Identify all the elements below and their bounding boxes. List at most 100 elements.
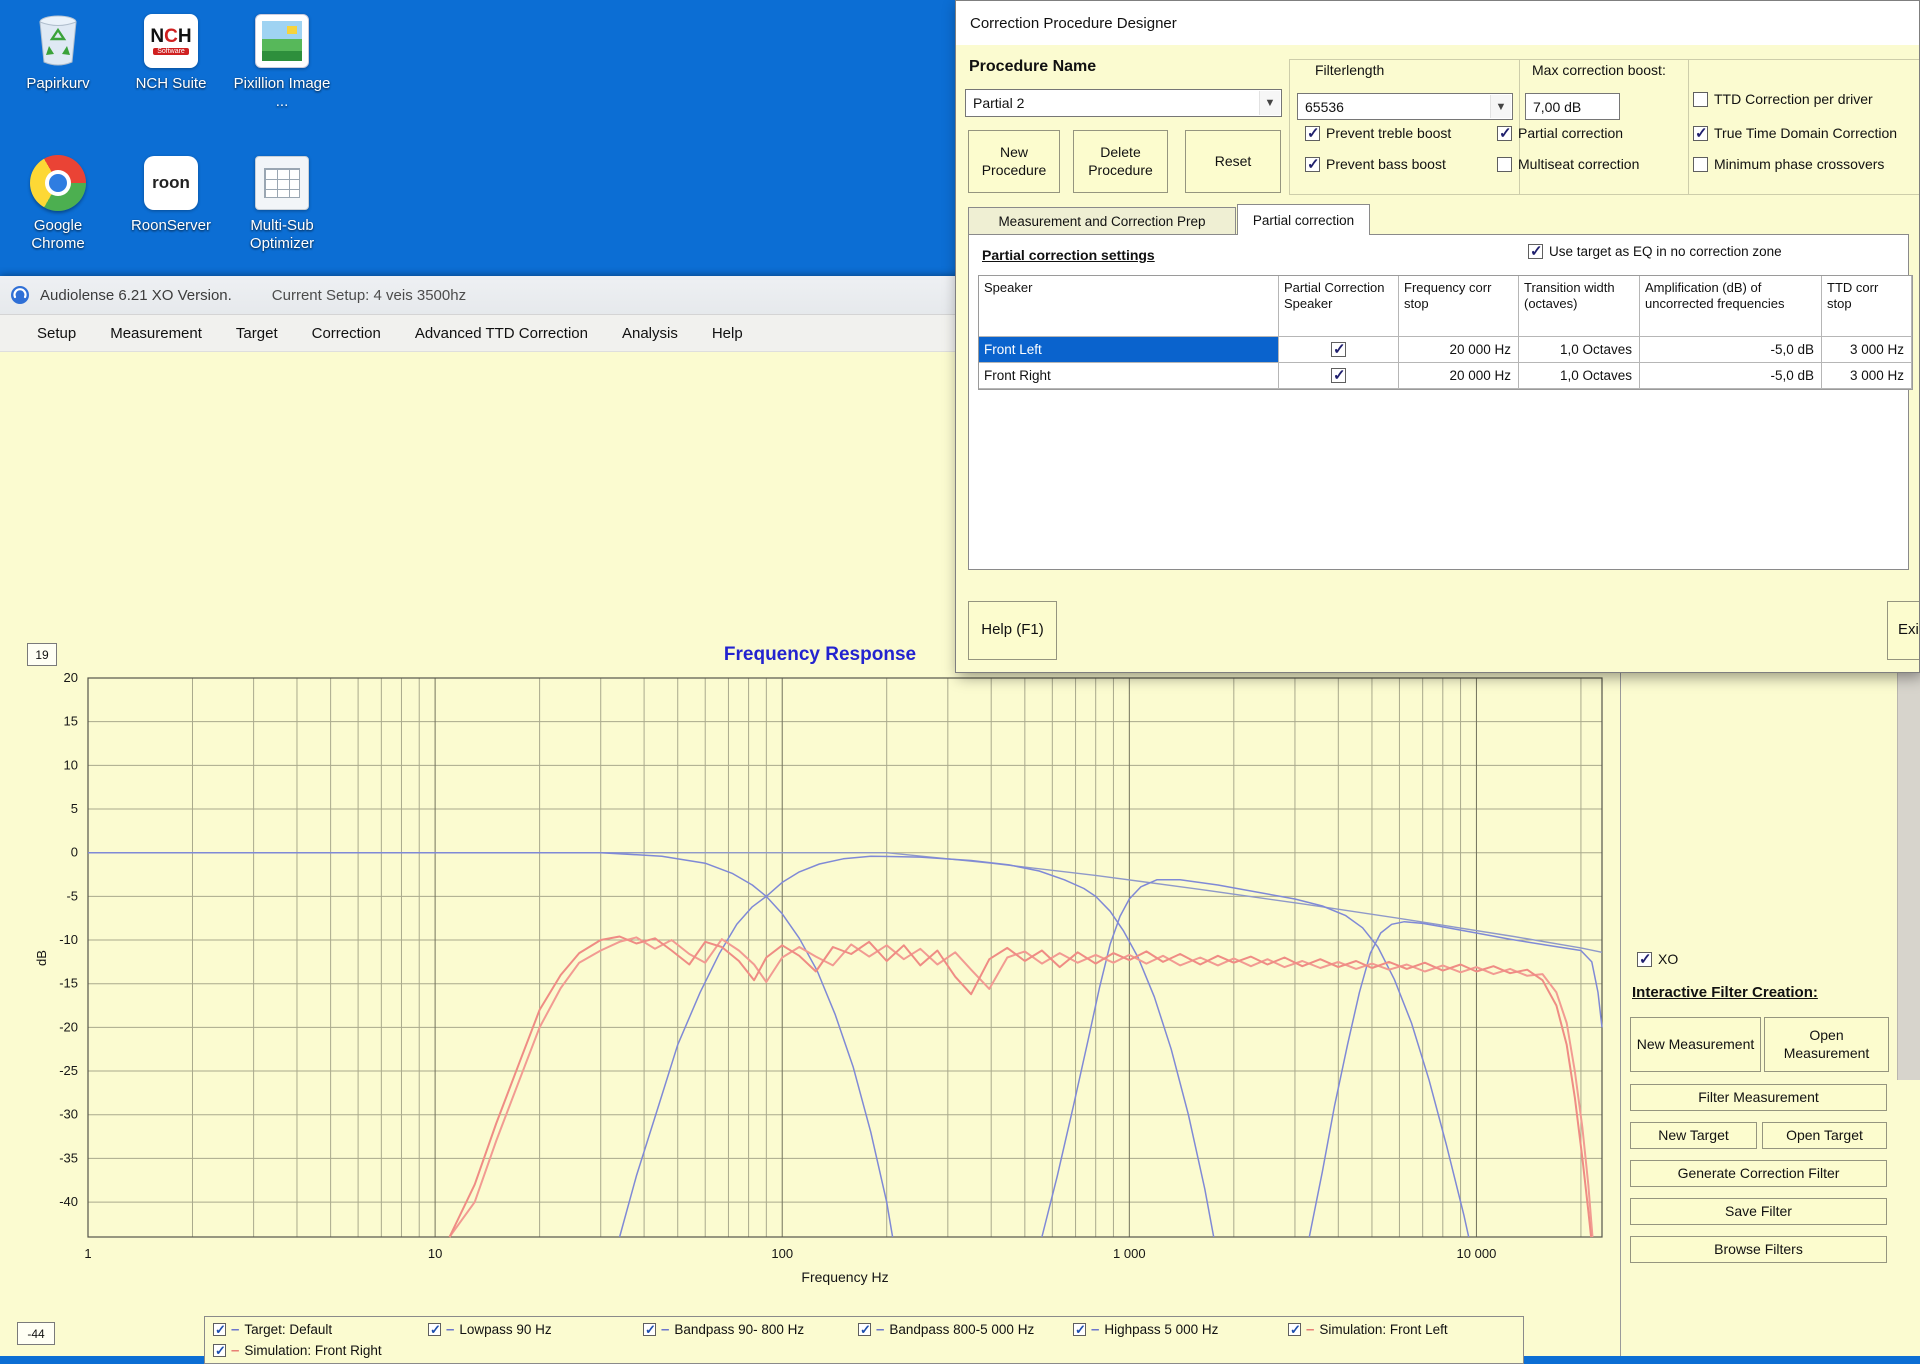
legend-checkbox-target-default[interactable] <box>213 1323 226 1336</box>
partial-correction-cell[interactable] <box>1279 337 1399 363</box>
amplification-cell[interactable]: -5,0 dB <box>1640 363 1822 389</box>
ttd-correction-per-driver-row[interactable]: TTD Correction per driver <box>1693 91 1873 107</box>
legend-checkbox-highpass-5-000-hz[interactable] <box>1073 1323 1086 1336</box>
prevent-bass-boost-row[interactable]: Prevent bass boost <box>1305 156 1446 172</box>
y-axis-label: dB <box>34 950 49 966</box>
multiseat-correction-checkbox[interactable] <box>1497 157 1512 172</box>
desktop-icon-chrome[interactable]: Google Chrome <box>5 154 111 252</box>
partial-correction-checkbox[interactable] <box>1497 126 1512 141</box>
max-boost-input[interactable]: 7,00 dB <box>1525 93 1620 120</box>
reset-button[interactable]: Reset <box>1185 130 1281 193</box>
save-filter-button[interactable]: Save Filter <box>1630 1198 1887 1225</box>
desktop-icon-roon-server[interactable]: roonRoonServer <box>118 154 224 235</box>
current-setup-label: Current Setup: 4 veis 3500hz <box>272 287 466 304</box>
series-bandpass-90-800-hz <box>620 856 1214 1237</box>
multiseat-correction-row[interactable]: Multiseat correction <box>1497 156 1639 172</box>
legend-checkbox-bandpass-90-800-hz[interactable] <box>643 1323 656 1336</box>
y-axis-top-field[interactable]: 19 <box>27 643 57 666</box>
new-target-button[interactable]: New Target <box>1630 1122 1757 1149</box>
table-row-speaker[interactable]: Front Right <box>979 363 1279 389</box>
menu-setup[interactable]: Setup <box>20 317 93 350</box>
menu-analysis[interactable]: Analysis <box>605 317 695 350</box>
legend-color-dash: – <box>661 1322 669 1337</box>
minimum-phase-crossovers-checkbox[interactable] <box>1693 157 1708 172</box>
amplification-cell[interactable]: -5,0 dB <box>1640 337 1822 363</box>
legend-color-dash: – <box>231 1322 239 1337</box>
filter-measurement-button[interactable]: Filter Measurement <box>1630 1084 1887 1111</box>
legend-checkbox-simulation-front-right[interactable] <box>213 1344 226 1357</box>
partial-correction-row[interactable]: Partial correction <box>1497 125 1623 141</box>
roon-server-icon: roon <box>142 154 200 212</box>
exit-button[interactable]: Exit <box>1887 601 1920 660</box>
desktop-icon-nch-suite[interactable]: NCHSoftwareNCH Suite <box>118 12 224 93</box>
transition-width-cell[interactable]: 1,0 Octaves <box>1519 337 1640 363</box>
desktop-icon-multi-sub-optimizer[interactable]: Multi-Sub Optimizer <box>229 154 335 252</box>
prevent-bass-boost-checkbox[interactable] <box>1305 157 1320 172</box>
ttd-corr-stop-cell[interactable]: 3 000 Hz <box>1822 337 1912 363</box>
partial-correction-speaker-checkbox[interactable] <box>1331 342 1346 357</box>
legend-item-simulation-front-right[interactable]: –Simulation: Front Right <box>213 1341 428 1360</box>
legend-item-target-default[interactable]: –Target: Default <box>213 1320 428 1339</box>
browse-filters-button[interactable]: Browse Filters <box>1630 1236 1887 1263</box>
y-axis-bottom-field[interactable]: -44 <box>17 1322 55 1345</box>
desktop-icon-label: Pixillion Image ... <box>230 75 334 110</box>
new-measurement-button[interactable]: New Measurement <box>1630 1017 1761 1072</box>
true-time-domain-correction-row[interactable]: True Time Domain Correction <box>1693 125 1897 141</box>
legend-item-simulation-front-left[interactable]: –Simulation: Front Left <box>1288 1320 1503 1339</box>
menu-correction[interactable]: Correction <box>295 317 398 350</box>
true-time-domain-correction-checkbox[interactable] <box>1693 126 1708 141</box>
menu-help[interactable]: Help <box>695 317 760 350</box>
legend-checkbox-lowpass-90-hz[interactable] <box>428 1323 441 1336</box>
open-target-button[interactable]: Open Target <box>1762 1122 1887 1149</box>
help-button[interactable]: Help (F1) <box>968 601 1057 660</box>
legend-label: Bandpass 800-5 000 Hz <box>889 1322 1034 1337</box>
legend-item-highpass-5-000-hz[interactable]: –Highpass 5 000 Hz <box>1073 1320 1288 1339</box>
generate-correction-filter-button[interactable]: Generate Correction Filter <box>1630 1160 1887 1187</box>
menu-target[interactable]: Target <box>219 317 295 350</box>
xo-checkbox-row[interactable]: XO <box>1637 951 1678 967</box>
legend-item-lowpass-90-hz[interactable]: –Lowpass 90 Hz <box>428 1320 643 1339</box>
svg-text:10 000: 10 000 <box>1457 1246 1497 1261</box>
svg-text:100: 100 <box>771 1246 793 1261</box>
tab-partial-correction[interactable]: Partial correction <box>1237 204 1370 235</box>
table-row-speaker[interactable]: Front Left <box>979 337 1279 363</box>
desktop-icon-recycle-bin[interactable]: Papirkurv <box>5 12 111 93</box>
series-highpass-5000-hz <box>1309 922 1602 1237</box>
scrollbar[interactable] <box>1897 673 1920 1080</box>
delete-procedure-button[interactable]: Delete Procedure <box>1073 130 1168 193</box>
transition-width-cell[interactable]: 1,0 Octaves <box>1519 363 1640 389</box>
column-header-ttd-corr-stop: TTD corr stop <box>1822 276 1912 337</box>
menu-advanced-ttd-correction[interactable]: Advanced TTD Correction <box>398 317 605 350</box>
correction-procedure-designer-dialog: Correction Procedure Designer Procedure … <box>955 0 1920 673</box>
desktop-icon-pixillion[interactable]: Pixillion Image ... <box>229 12 335 110</box>
partial-correction-cell[interactable] <box>1279 363 1399 389</box>
chevron-down-icon[interactable]: ▼ <box>1259 91 1280 115</box>
minimum-phase-crossovers-row[interactable]: Minimum phase crossovers <box>1693 156 1884 172</box>
legend-label: Lowpass 90 Hz <box>459 1322 551 1337</box>
true-time-domain-correction-label: True Time Domain Correction <box>1714 125 1897 141</box>
use-target-eq-row[interactable]: Use target as EQ in no correction zone <box>1528 244 1782 259</box>
ttd-correction-per-driver-checkbox[interactable] <box>1693 92 1708 107</box>
frequency-corr-stop-cell[interactable]: 20 000 Hz <box>1399 363 1519 389</box>
filterlength-select[interactable]: 65536 ▼ <box>1297 93 1513 120</box>
legend-item-bandpass-800-5-000-hz[interactable]: –Bandpass 800-5 000 Hz <box>858 1320 1073 1339</box>
prevent-treble-boost-checkbox[interactable] <box>1305 126 1320 141</box>
xo-checkbox[interactable] <box>1637 952 1652 967</box>
dialog-titlebar[interactable]: Correction Procedure Designer <box>956 1 1919 45</box>
partial-correction-speaker-checkbox[interactable] <box>1331 368 1346 383</box>
chevron-down-icon[interactable]: ▼ <box>1490 95 1511 118</box>
procedure-name-select[interactable]: Partial 2 ▼ <box>965 89 1282 117</box>
legend-checkbox-bandpass-800-5-000-hz[interactable] <box>858 1323 871 1336</box>
use-target-eq-checkbox[interactable] <box>1528 244 1543 259</box>
desktop-icon-label: Papirkurv <box>26 75 89 93</box>
frequency-corr-stop-cell[interactable]: 20 000 Hz <box>1399 337 1519 363</box>
new-procedure-button[interactable]: New Procedure <box>968 130 1060 193</box>
prevent-treble-boost-row[interactable]: Prevent treble boost <box>1305 125 1451 141</box>
legend-item-bandpass-90-800-hz[interactable]: –Bandpass 90- 800 Hz <box>643 1320 858 1339</box>
ttd-corr-stop-cell[interactable]: 3 000 Hz <box>1822 363 1912 389</box>
legend-checkbox-simulation-front-left[interactable] <box>1288 1323 1301 1336</box>
menu-measurement[interactable]: Measurement <box>93 317 219 350</box>
open-measurement-button[interactable]: Open Measurement <box>1764 1017 1889 1072</box>
partial-correction-settings-heading: Partial correction settings <box>982 247 1155 263</box>
tab-measurement-and-correction-prep[interactable]: Measurement and Correction Prep <box>968 207 1236 235</box>
